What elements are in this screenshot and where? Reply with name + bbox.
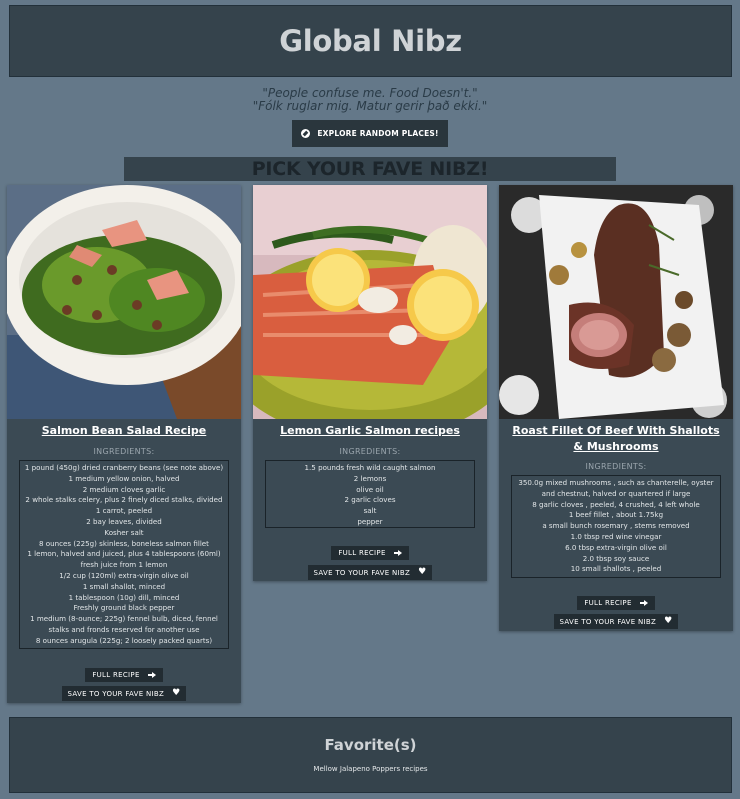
ingredient-item: pepper — [357, 516, 383, 526]
recipe-image-salmon-bean-salad[interactable] — [7, 185, 241, 419]
ingredient-item: 1/2 cup (120ml) extra-virgin olive oil — [59, 570, 189, 580]
recipe-title-line2: & Mushrooms — [573, 440, 659, 453]
site-title: Global Nibz — [279, 24, 462, 58]
ingredient-item: 10 small shallots , peeled — [570, 564, 662, 574]
ingredient-item: 1.5 pounds fresh wild caught salmon — [304, 463, 436, 472]
ingredient-item: 1.0 tbsp red wine vinegar — [570, 531, 662, 541]
arrow-right-icon — [393, 550, 402, 556]
full-recipe-label: FULL RECIPE — [92, 671, 140, 679]
pick-heading: PICK YOUR FAVE NIBZ! — [124, 157, 616, 181]
full-recipe-button[interactable]: FULL RECIPE — [577, 596, 655, 610]
favorites-panel: Favorite(s) Mellow Jalapeno Poppers reci… — [9, 717, 732, 793]
recipe-card: Lemon Garlic Salmon recipes INGREDIENTS:… — [253, 185, 487, 581]
save-to-fave-button[interactable]: SAVE TO YOUR FAVE NIBZ ♥ — [308, 565, 432, 580]
full-recipe-label: FULL RECIPE — [584, 599, 632, 607]
ingredients-label: INGREDIENTS: — [93, 447, 155, 456]
recipe-title[interactable]: Salmon Bean Salad Recipe — [7, 423, 241, 439]
recipe-title[interactable]: Roast Fillet Of Beef With Shallots & Mus… — [499, 423, 733, 455]
quote-icelandic: "Fólk ruglar mig. Matur gerir það ekki." — [252, 99, 488, 113]
ingredient-item: 1 lemon, halved and juiced, plus 4 table… — [27, 549, 221, 559]
heart-icon: ♥ — [664, 616, 673, 626]
favorites-heading: Favorite(s) — [324, 736, 417, 754]
recipe-card: Salmon Bean Salad Recipe INGREDIENTS: 1 … — [7, 185, 241, 703]
ingredients-label: INGREDIENTS: — [339, 447, 401, 456]
ingredient-item: 350.0g mixed mushrooms , such as chanter… — [518, 478, 714, 487]
site-header: Global Nibz — [9, 5, 732, 77]
ingredient-item: 2 lemons — [353, 473, 387, 483]
ingredient-item: 2 garlic cloves — [344, 495, 396, 505]
save-to-fave-button[interactable]: SAVE TO YOUR FAVE NIBZ ♥ — [554, 614, 678, 629]
ingredient-item: salt — [363, 506, 377, 516]
ingredient-item: 8 garlic cloves , peeled, 4 crushed, 4 l… — [532, 499, 700, 509]
full-recipe-button[interactable]: FULL RECIPE — [331, 546, 409, 560]
recipe-image-roast-fillet-of-beef[interactable] — [499, 185, 733, 419]
save-to-fave-button[interactable]: SAVE TO YOUR FAVE NIBZ ♥ — [62, 686, 186, 701]
ingredient-item: 2 medium cloves garlic — [82, 484, 166, 494]
ingredient-item: and chestnut, halved or quartered if lar… — [541, 488, 691, 498]
ingredient-item: 1 pound (450g) dried cranberry beans (se… — [24, 463, 224, 472]
compass-icon — [301, 129, 311, 138]
ingredient-item: stalks and fronds reserved for another u… — [48, 624, 200, 634]
explore-button-label: EXPLORE RANDOM PLACES! — [317, 129, 439, 138]
ingredient-item: 8 ounces (225g) skinless, boneless salmo… — [39, 538, 209, 548]
recipe-title[interactable]: Lemon Garlic Salmon recipes — [253, 423, 487, 439]
arrow-right-icon — [639, 600, 648, 606]
ingredient-item: a small bunch rosemary , stems removed — [542, 521, 690, 531]
ingredient-item: 1 beef fillet , about 1.75kg — [568, 510, 664, 520]
save-label: SAVE TO YOUR FAVE NIBZ — [559, 617, 657, 626]
ingredient-item: 1 carrot, peeled — [95, 506, 153, 516]
favorite-item[interactable]: Mellow Jalapeno Poppers recipes — [10, 765, 731, 773]
ingredient-item: Freshly ground black pepper — [73, 603, 175, 613]
ingredient-item: 8 ounces arugula (225g; 2 loosely packed… — [35, 635, 213, 645]
full-recipe-button[interactable]: FULL RECIPE — [85, 668, 163, 682]
save-label: SAVE TO YOUR FAVE NIBZ — [313, 568, 411, 577]
ingredient-item: olive oil — [356, 484, 384, 494]
ingredient-item: 1 medium yellow onion, halved — [68, 473, 180, 483]
explore-random-places-button[interactable]: EXPLORE RANDOM PLACES! — [292, 120, 448, 147]
ingredient-item: 2 bay leaves, divided — [86, 516, 162, 526]
ingredients-list: 1.5 pounds fresh wild caught salmon 2 le… — [265, 460, 475, 528]
ingredient-item: 6.0 tbsp extra-virgin olive oil — [565, 542, 667, 552]
full-recipe-label: FULL RECIPE — [338, 549, 386, 557]
recipe-card: Roast Fillet Of Beef With Shallots & Mus… — [499, 185, 733, 631]
ingredient-item: Kosher salt — [104, 527, 144, 537]
ingredient-item: 1 small shallot, minced — [82, 581, 166, 591]
save-label: SAVE TO YOUR FAVE NIBZ — [67, 689, 165, 698]
ingredient-item: 1 tablespoon (10g) dill, minced — [68, 592, 180, 602]
ingredient-item: 2.0 tbsp soy sauce — [582, 553, 650, 563]
arrow-right-icon — [147, 672, 156, 678]
recipe-image-lemon-garlic-salmon[interactable] — [253, 185, 487, 419]
ingredients-list: 350.0g mixed mushrooms , such as chanter… — [511, 475, 721, 578]
ingredients-list: 1 pound (450g) dried cranberry beans (se… — [19, 460, 229, 649]
recipe-title-line1: Roast Fillet Of Beef With Shallots — [512, 424, 720, 437]
ingredient-item: 1 medium (8-ounce; 225g) fennel bulb, di… — [30, 614, 218, 624]
ingredient-item: fresh juice from 1 lemon — [80, 560, 168, 570]
heart-icon: ♥ — [172, 688, 181, 698]
heart-icon: ♥ — [418, 567, 427, 577]
ingredients-label: INGREDIENTS: — [585, 462, 647, 471]
quote-english: "People confuse me. Food Doesn't." — [262, 86, 478, 100]
ingredient-item: 2 whole stalks celery, plus 2 finely dic… — [25, 495, 223, 505]
